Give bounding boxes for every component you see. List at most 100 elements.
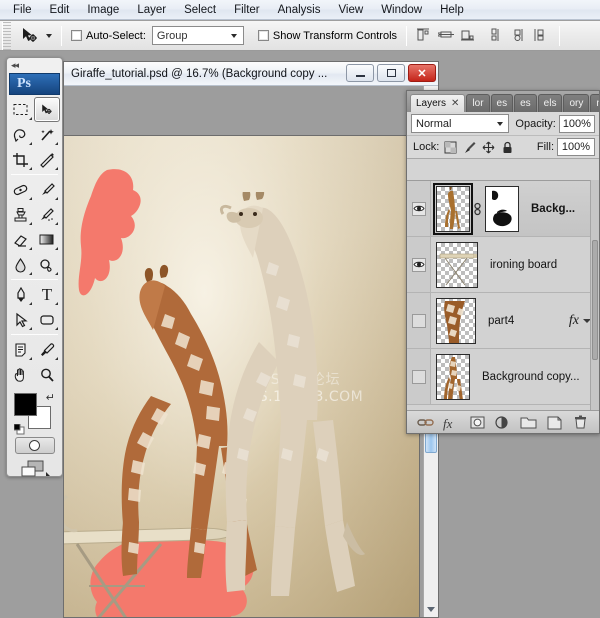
move-tool[interactable] bbox=[34, 97, 60, 122]
tool-preset-chevron-down-icon[interactable] bbox=[46, 33, 52, 38]
quick-mask-mode[interactable] bbox=[14, 437, 55, 454]
crop-tool[interactable] bbox=[8, 147, 34, 172]
show-transform-controls-checkbox[interactable] bbox=[257, 30, 269, 41]
layer-name[interactable]: Backg... bbox=[531, 203, 575, 215]
opacity-input[interactable]: 100% bbox=[558, 114, 595, 133]
menu-help[interactable]: Help bbox=[431, 1, 473, 19]
align-bottom-edges-icon[interactable] bbox=[533, 27, 550, 44]
tab-layers[interactable]: Layers ✕ bbox=[410, 94, 466, 112]
align-horizontal-centers-icon[interactable] bbox=[437, 27, 455, 44]
menu-edit[interactable]: Edit bbox=[41, 1, 79, 19]
minimize-button[interactable] bbox=[346, 64, 374, 82]
artboard[interactable]: PS教程论坛 BBS.16XX3.COM bbox=[64, 136, 419, 617]
layer-thumbnail[interactable] bbox=[433, 182, 473, 235]
menu-view[interactable]: View bbox=[329, 1, 372, 19]
tab-history[interactable]: ory bbox=[563, 94, 590, 112]
default-colors-icon[interactable] bbox=[13, 422, 25, 435]
canvas-area[interactable]: PS教程论坛 BBS.16XX3.COM bbox=[64, 86, 438, 617]
lock-image-pixels-icon[interactable] bbox=[463, 141, 476, 154]
tab-paths[interactable]: es bbox=[514, 94, 537, 112]
layer-visibility-toggle[interactable] bbox=[407, 349, 431, 404]
lock-transparent-pixels-icon[interactable] bbox=[444, 141, 457, 154]
layer-name[interactable]: Background copy... bbox=[482, 371, 580, 383]
table-row[interactable]: ironing board bbox=[407, 237, 599, 293]
current-tool-preview[interactable] bbox=[19, 26, 52, 46]
scrollbar-thumb[interactable] bbox=[592, 240, 598, 360]
new-layer-icon[interactable] bbox=[546, 415, 563, 430]
tab-actions[interactable]: ns bbox=[590, 94, 599, 112]
tab-styles[interactable]: es bbox=[490, 94, 514, 112]
layer-thumbnail[interactable] bbox=[436, 297, 476, 344]
table-row[interactable]: Background copy... bbox=[407, 349, 599, 405]
new-group-icon[interactable] bbox=[520, 415, 537, 430]
align-vertical-centers-icon[interactable] bbox=[511, 27, 528, 44]
options-bar-grip[interactable] bbox=[2, 21, 11, 50]
layer-visibility-toggle[interactable] bbox=[407, 181, 431, 236]
history-brush-tool[interactable] bbox=[34, 202, 60, 227]
slice-tool[interactable] bbox=[34, 147, 60, 172]
gradient-tool[interactable] bbox=[34, 227, 60, 252]
blur-tool[interactable] bbox=[8, 252, 34, 277]
layer-style-fx-icon[interactable]: fx bbox=[569, 313, 579, 329]
tab-color[interactable]: lor bbox=[466, 94, 490, 112]
menu-select[interactable]: Select bbox=[175, 1, 225, 19]
magic-wand-tool[interactable] bbox=[34, 122, 60, 147]
collapse-panel-icon[interactable]: ◂◂ bbox=[11, 60, 19, 71]
scroll-down-icon[interactable] bbox=[427, 607, 435, 612]
brush-tool[interactable] bbox=[34, 177, 60, 202]
dodge-tool[interactable] bbox=[34, 252, 60, 277]
align-right-edges-icon[interactable] bbox=[460, 27, 477, 44]
tools-panel-header[interactable]: ◂◂ bbox=[7, 58, 62, 72]
lock-position-icon[interactable] bbox=[482, 141, 495, 154]
close-icon[interactable]: ✕ bbox=[451, 98, 459, 109]
clone-stamp-tool[interactable] bbox=[8, 202, 34, 227]
layer-thumbnail[interactable] bbox=[436, 353, 470, 400]
menu-image[interactable]: Image bbox=[78, 1, 128, 19]
tab-channels[interactable]: els bbox=[537, 94, 563, 112]
eraser-tool[interactable] bbox=[8, 227, 34, 252]
screen-mode-toggle[interactable] bbox=[19, 459, 51, 481]
layer-visibility-toggle[interactable] bbox=[407, 237, 431, 292]
hand-tool[interactable] bbox=[8, 362, 34, 387]
auto-select-checkbox[interactable] bbox=[71, 30, 82, 41]
new-adjustment-layer-icon[interactable] bbox=[494, 415, 511, 430]
layer-name[interactable]: part4 bbox=[488, 315, 514, 327]
menu-layer[interactable]: Layer bbox=[128, 1, 175, 19]
align-top-edges-icon[interactable] bbox=[489, 27, 506, 44]
notes-tool[interactable] bbox=[8, 337, 34, 362]
layer-visibility-toggle[interactable] bbox=[407, 293, 431, 348]
menu-window[interactable]: Window bbox=[372, 1, 431, 19]
blend-mode-dropdown[interactable]: Normal bbox=[411, 114, 510, 133]
menu-file[interactable]: File bbox=[4, 1, 41, 19]
restore-button[interactable] bbox=[377, 64, 405, 82]
table-row[interactable]: Backg... bbox=[407, 181, 599, 237]
table-row[interactable]: part4 fx bbox=[407, 293, 599, 349]
layers-list[interactable]: Backg... ironing board part4 fx Backgrou… bbox=[407, 180, 599, 410]
menu-filter[interactable]: Filter bbox=[225, 1, 269, 19]
delete-layer-icon[interactable] bbox=[572, 415, 589, 430]
rectangular-marquee-tool[interactable] bbox=[8, 97, 34, 122]
zoom-tool[interactable] bbox=[34, 362, 60, 387]
auto-select-dropdown[interactable]: Group bbox=[151, 26, 244, 45]
menu-analysis[interactable]: Analysis bbox=[269, 1, 330, 19]
lasso-tool[interactable] bbox=[8, 122, 34, 147]
type-tool[interactable]: T bbox=[34, 282, 60, 307]
eyedropper-tool[interactable] bbox=[34, 337, 60, 362]
close-button[interactable]: ✕ bbox=[408, 64, 436, 82]
fill-input[interactable]: 100% bbox=[557, 138, 595, 156]
layer-name[interactable]: ironing board bbox=[490, 259, 557, 271]
lock-all-icon[interactable] bbox=[501, 141, 514, 154]
rectangle-shape-tool[interactable] bbox=[34, 307, 60, 332]
align-left-edges-icon[interactable] bbox=[416, 27, 433, 44]
document-title-bar[interactable]: Giraffe_tutorial.psd @ 16.7% (Background… bbox=[64, 62, 438, 86]
layer-style-fx-icon[interactable]: fx bbox=[443, 415, 460, 431]
foreground-color-swatch[interactable] bbox=[14, 393, 37, 416]
layer-thumbnail[interactable] bbox=[436, 241, 478, 288]
swap-colors-icon[interactable]: ↵ bbox=[46, 391, 55, 404]
path-selection-tool[interactable] bbox=[8, 307, 34, 332]
layers-list-scrollbar[interactable] bbox=[590, 180, 599, 410]
link-layers-icon[interactable] bbox=[417, 415, 435, 430]
add-layer-mask-icon[interactable] bbox=[469, 415, 486, 430]
layer-mask-thumbnail[interactable] bbox=[485, 185, 519, 232]
healing-brush-tool[interactable] bbox=[8, 177, 34, 202]
